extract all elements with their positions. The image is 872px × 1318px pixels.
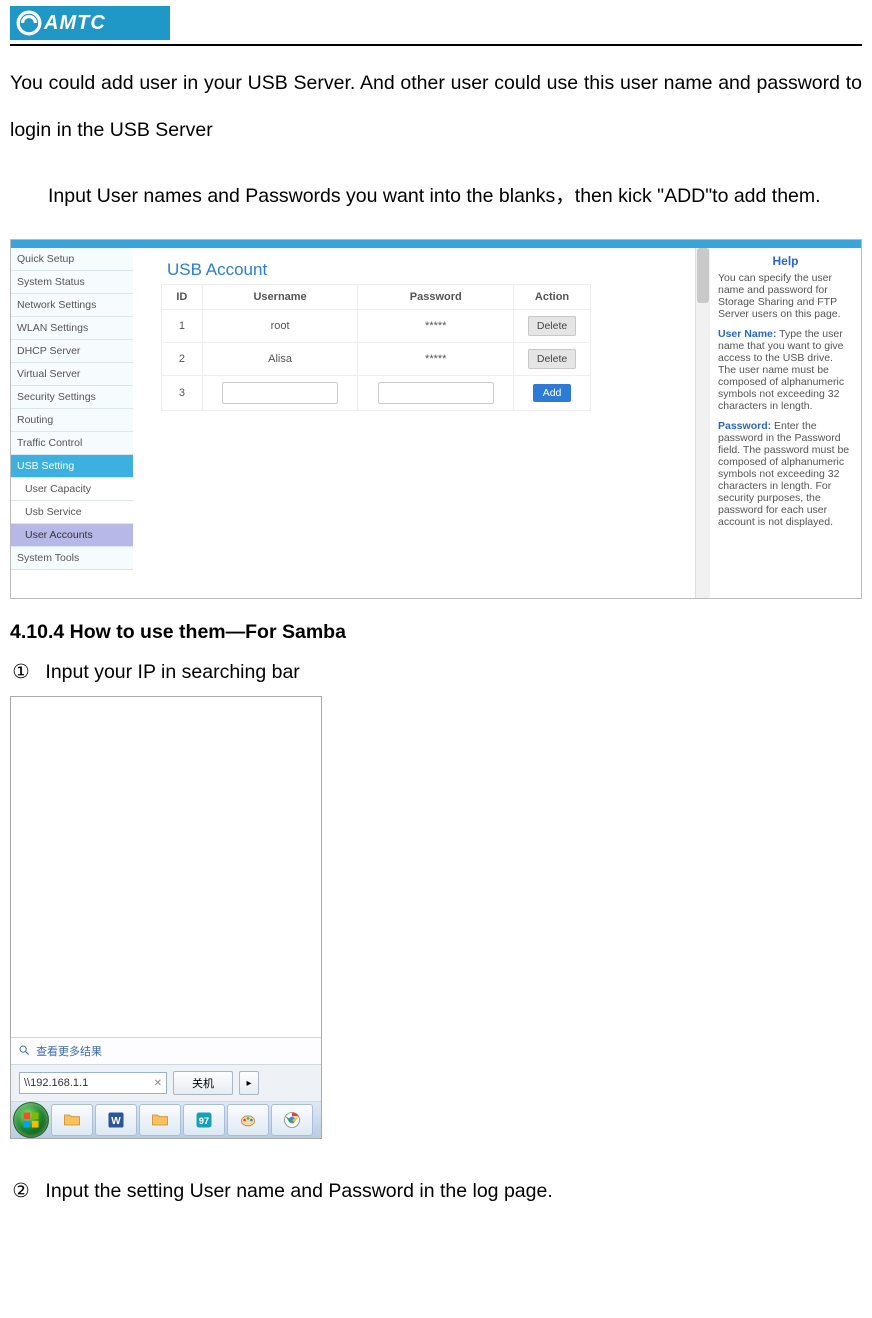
cell-password: ***** [358,343,514,376]
step-1: ① Input your IP in searching bar [10,660,862,684]
th-password: Password [358,285,514,310]
taskbar-word[interactable]: W [95,1104,137,1136]
taskbar-folder-2[interactable] [139,1104,181,1136]
router-main-panel: USB Account ID Username Password Action … [133,248,695,598]
help-panel: Help You can specify the user name and p… [710,248,861,598]
nav-wlan-settings[interactable]: WLAN Settings [11,317,133,340]
cell-password: ***** [358,310,514,343]
logo-swirl-icon [16,10,42,36]
scrollbar[interactable] [695,248,710,598]
nav-user-accounts[interactable]: User Accounts [11,524,133,547]
paint-icon [238,1110,258,1130]
username-input[interactable] [222,382,338,404]
svg-text:97: 97 [199,1117,209,1127]
help-intro: You can specify the user name and passwo… [718,272,853,320]
search-value: \\192.168.1.1 [24,1077,88,1089]
nav-network-settings[interactable]: Network Settings [11,294,133,317]
cell-id: 1 [162,310,203,343]
add-button[interactable]: Add [533,384,572,402]
delete-button[interactable]: Delete [528,316,576,336]
help-username-label: User Name: [718,328,776,340]
start-search-box[interactable]: \\192.168.1.1 ✕ [19,1072,167,1094]
app-icon: 97 [194,1110,214,1130]
th-username: Username [202,285,358,310]
shutdown-label: 关机 [192,1075,214,1091]
cell-id: 3 [162,376,203,411]
logo-text: AMTC [44,12,106,35]
taskbar-paint[interactable] [227,1104,269,1136]
accounts-table: ID Username Password Action 1 root *****… [161,284,591,411]
brand-logo: AMTC [10,6,170,40]
delete-button[interactable]: Delete [528,349,576,369]
windows-logo-icon [21,1110,41,1130]
th-action: Action [514,285,591,310]
step-2-text: Input the setting User name and Password… [45,1180,552,1202]
scrollbar-thumb[interactable] [697,248,709,303]
start-results-panel [11,697,321,1038]
windows-screenshot: 查看更多结果 \\192.168.1.1 ✕ 关机 ▸ W 97 [10,696,322,1139]
folder-icon [150,1110,170,1130]
word-icon: W [106,1110,126,1130]
start-button[interactable] [13,1102,49,1138]
help-username-block: User Name: Type the user name that you w… [718,328,853,412]
logo-bar: AMTC [10,0,862,46]
nav-system-status[interactable]: System Status [11,271,133,294]
svg-text:W: W [111,1117,121,1128]
section-heading: 4.10.4 How to use them—For Samba [10,621,862,644]
taskbar: W 97 [11,1102,321,1138]
router-sidebar: Quick Setup System Status Network Settin… [11,248,133,598]
step-1-number: ① [10,660,32,684]
table-row-new: 3 Add [162,376,591,411]
see-more-label: 查看更多结果 [36,1046,102,1058]
th-id: ID [162,285,203,310]
help-password-label: Password: [718,420,771,432]
step-2-number: ② [10,1179,32,1203]
shutdown-button[interactable]: 关机 [173,1071,233,1095]
router-header-strip [11,240,861,248]
nav-system-tools[interactable]: System Tools [11,547,133,570]
table-row: 2 Alisa ***** Delete [162,343,591,376]
taskbar-explorer[interactable] [51,1104,93,1136]
nav-user-capacity[interactable]: User Capacity [11,478,133,501]
cell-username: root [202,310,358,343]
folder-icon [62,1110,82,1130]
nav-virtual-server[interactable]: Virtual Server [11,363,133,386]
nav-usb-service[interactable]: Usb Service [11,501,133,524]
chrome-icon [282,1110,302,1130]
password-input[interactable] [378,382,494,404]
taskbar-app-teal[interactable]: 97 [183,1104,225,1136]
help-password-block: Password: Enter the password in the Pass… [718,420,853,528]
help-title: Help [718,254,853,268]
nav-routing[interactable]: Routing [11,409,133,432]
table-row: 1 root ***** Delete [162,310,591,343]
router-screenshot: Quick Setup System Status Network Settin… [10,239,862,599]
taskbar-chrome[interactable] [271,1104,313,1136]
shutdown-options-button[interactable]: ▸ [239,1071,259,1095]
help-username-text: Type the user name that you want to give… [718,328,844,412]
nav-quick-setup[interactable]: Quick Setup [11,248,133,271]
help-password-text: Enter the password in the Password field… [718,420,849,528]
step-1-text: Input your IP in searching bar [45,661,299,683]
clear-icon[interactable]: ✕ [154,1078,162,1089]
cell-username: Alisa [202,343,358,376]
start-search-row: \\192.168.1.1 ✕ 关机 ▸ [11,1065,321,1102]
intro-paragraph-2: Input User names and Passwords you want … [10,173,862,220]
intro-paragraph-1: You could add user in your USB Server. A… [10,60,862,154]
panel-title: USB Account [167,260,689,280]
see-more-results[interactable]: 查看更多结果 [11,1038,321,1065]
step-2: ② Input the setting User name and Passwo… [10,1179,862,1203]
nav-traffic-control[interactable]: Traffic Control [11,432,133,455]
chevron-right-icon: ▸ [246,1078,251,1089]
cell-id: 2 [162,343,203,376]
nav-dhcp-server[interactable]: DHCP Server [11,340,133,363]
nav-usb-setting[interactable]: USB Setting [11,455,133,478]
nav-security-settings[interactable]: Security Settings [11,386,133,409]
search-icon [19,1045,30,1056]
